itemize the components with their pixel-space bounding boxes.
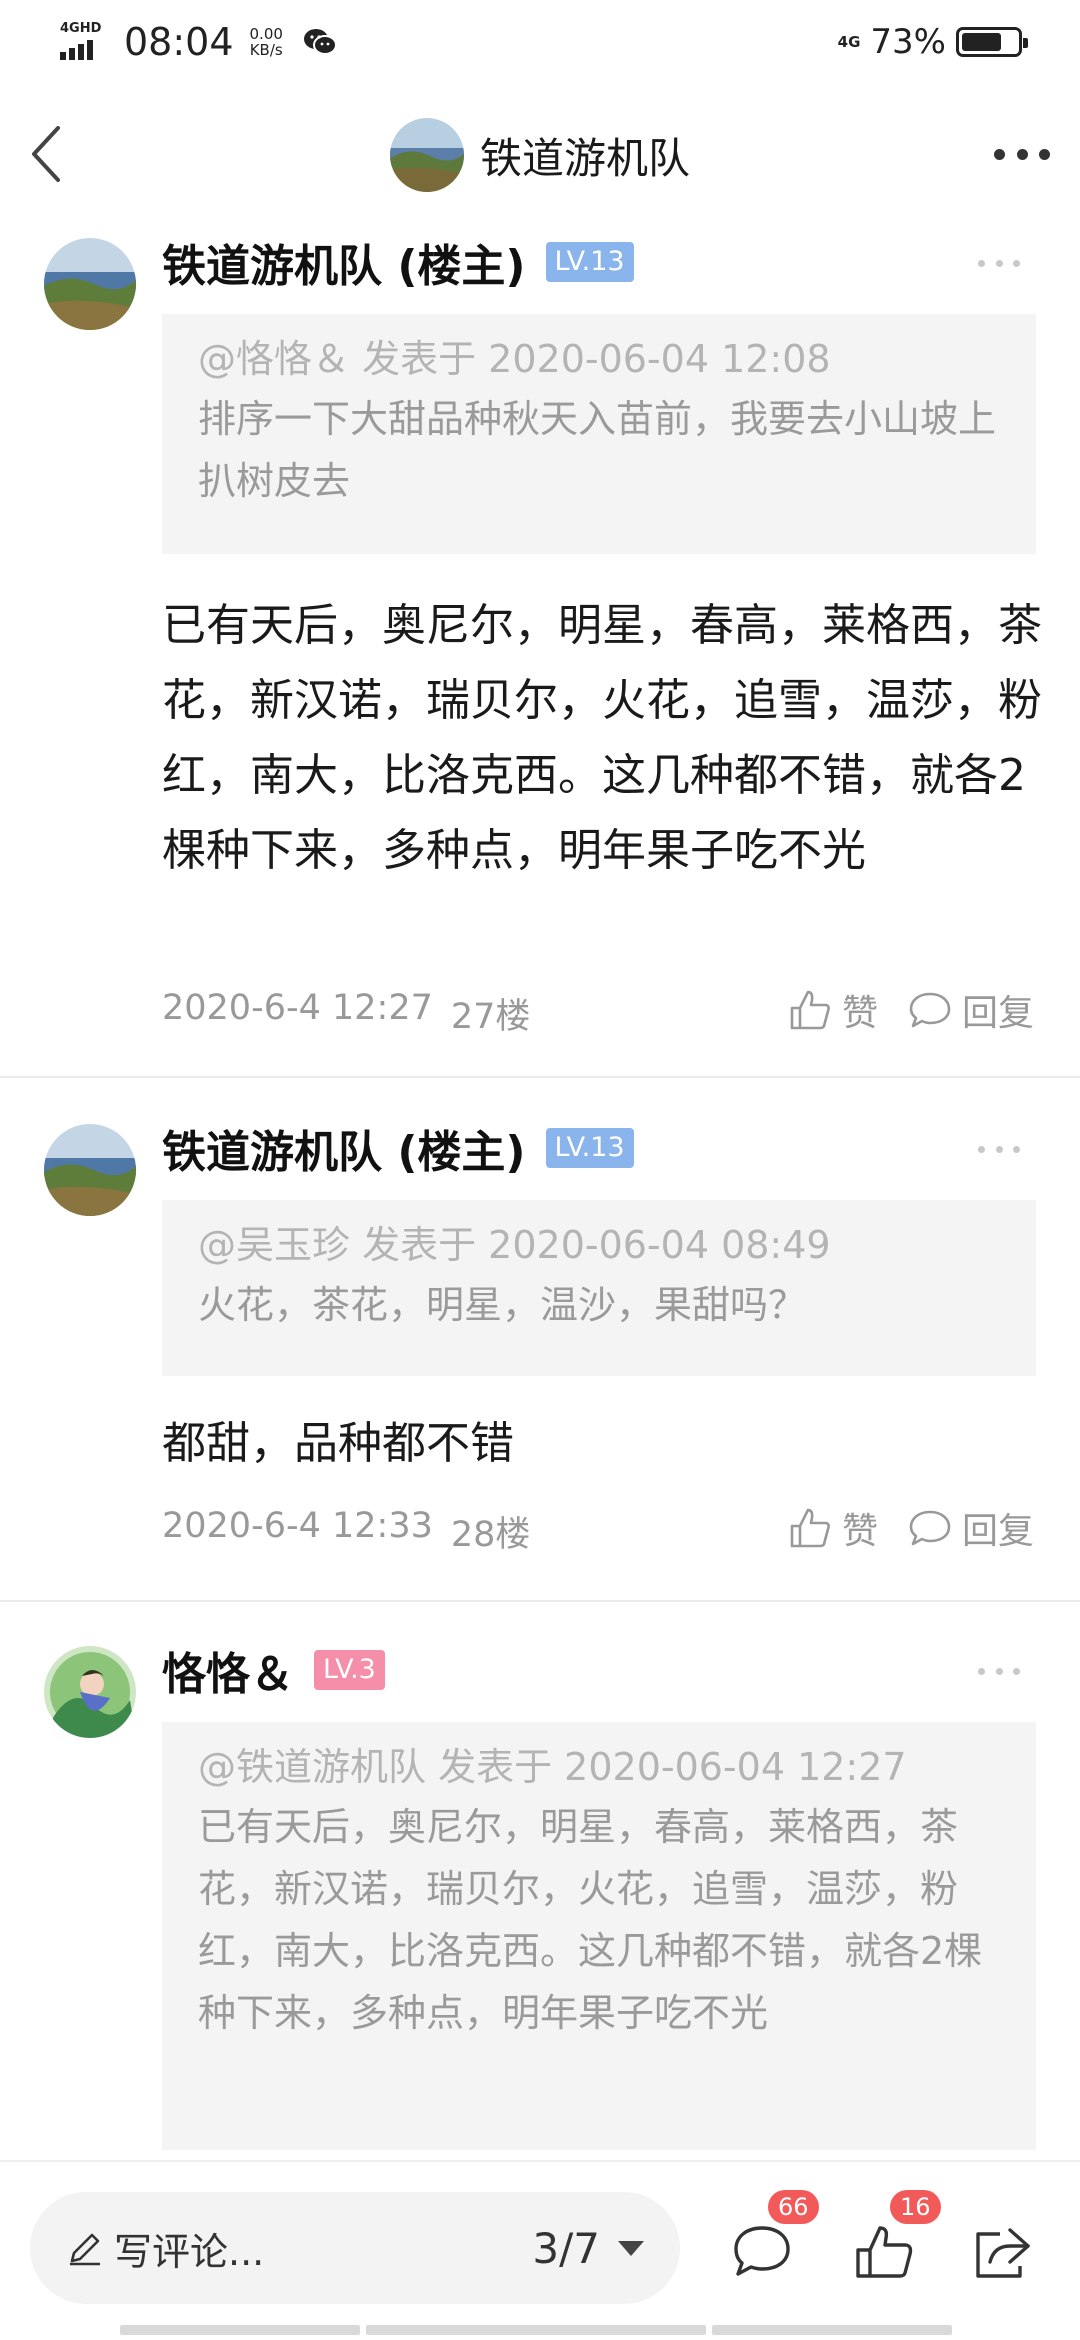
post-date: 2020-6-4 12:33	[162, 1506, 433, 1546]
comments-count-badge: 66	[768, 2190, 819, 2224]
thread-header: 铁道游机队	[0, 84, 1080, 226]
post-date: 2020-6-4 12:27	[162, 988, 433, 1028]
reply-button[interactable]: 回复	[908, 984, 1034, 1036]
quoted-reply[interactable]: @吴玉珍 发表于 2020-06-04 08:49 火花，茶花，明星，温沙，果甜…	[162, 1200, 1036, 1376]
header-avatar[interactable]	[389, 118, 464, 192]
avatar[interactable]	[44, 1124, 136, 1216]
quoted-reply[interactable]: @铁道游机队 发表于 2020-06-04 12:27 已有天后，奥尼尔，明星，…	[162, 1722, 1036, 2150]
header-title: 铁道游机队	[479, 133, 690, 183]
quote-text: 排序一下大甜品种秋天入苗前，我要去小山坡上扒树皮去	[198, 397, 997, 503]
back-arrow-icon[interactable]	[28, 124, 68, 184]
thumbs-up-icon	[790, 990, 830, 1030]
post-more-icon[interactable]	[978, 260, 1020, 270]
like-button[interactable]: 赞	[788, 1502, 878, 1554]
likes-count-badge: 16	[890, 2190, 941, 2224]
quoted-reply[interactable]: @恪恪＆ 发表于 2020-06-04 12:08 排序一下大甜品种秋天入苗前，…	[162, 314, 1036, 554]
floor-number: 27楼	[450, 997, 531, 1037]
author-name[interactable]: 恪恪＆	[162, 1638, 294, 1702]
share-button[interactable]	[970, 2222, 1034, 2282]
reply-label: 回复	[961, 993, 1034, 1034]
comment-bubble-icon	[909, 992, 951, 1028]
reply-label: 回复	[961, 1511, 1034, 1552]
network-signal-icon: 4GHD	[58, 22, 106, 62]
like-label: 赞	[841, 993, 878, 1034]
battery-percent: 73%	[870, 22, 946, 62]
level-badge: LV.13	[545, 242, 634, 282]
comment-bubble-icon	[909, 1510, 951, 1546]
thumbs-up-icon	[790, 1508, 830, 1548]
network-label: 4GHD	[60, 21, 102, 36]
wechat-icon	[303, 29, 337, 55]
battery-fill	[962, 33, 1002, 51]
comment-placeholder: 写评论...	[114, 2229, 265, 2274]
more-options-icon[interactable]	[994, 144, 1050, 164]
post-more-icon[interactable]	[978, 1146, 1020, 1156]
comments-button[interactable]: 66	[730, 2190, 819, 2282]
like-label: 赞	[841, 1511, 878, 1552]
divider	[0, 1076, 1080, 1078]
pencil-icon	[70, 2233, 100, 2266]
page-number: 3/7	[532, 2223, 600, 2273]
clock: 08:04	[124, 20, 234, 64]
quote-header: @吴玉珍 发表于 2020-06-04 08:49	[198, 1223, 831, 1267]
post-more-icon[interactable]	[978, 1668, 1020, 1678]
page-selector[interactable]: 3/7	[532, 2224, 644, 2273]
like-thread-button[interactable]: 16	[852, 2190, 941, 2282]
author-name[interactable]: 铁道游机队 (楼主)	[162, 1116, 526, 1180]
quote-text: 已有天后，奥尼尔，明星，春高，莱格西，茶花，新汉诺，瑞贝尔，火花，追雪，温莎，粉…	[198, 1805, 983, 2035]
floor-number: 28楼	[450, 1515, 531, 1555]
comment-input[interactable]: 写评论... 3/7	[30, 2192, 680, 2304]
quote-header: @铁道游机队 发表于 2020-06-04 12:27	[198, 1745, 907, 1789]
status-bar: 4GHD 08:04 0.00 KB/s 4G 73%	[0, 0, 1080, 84]
bottom-bar: 写评论... 3/7 66 16	[0, 2160, 1080, 2340]
mobile-data-icon: 4G	[837, 33, 861, 51]
dropdown-triangle-icon	[618, 2240, 644, 2256]
author-name[interactable]: 铁道游机队 (楼主)	[162, 230, 526, 294]
share-icon	[976, 2228, 1030, 2278]
comment-bubble-icon	[734, 2226, 790, 2276]
battery-icon	[956, 27, 1028, 57]
thumbs-up-icon	[856, 2226, 913, 2278]
quote-header: @恪恪＆ 发表于 2020-06-04 12:08	[198, 337, 831, 381]
level-badge: LV.13	[545, 1128, 634, 1168]
post-content: 已有天后，奥尼尔，明星，春高，莱格西，茶花，新汉诺，瑞贝尔，火花，追雪，温莎，粉…	[162, 600, 1042, 876]
divider	[0, 1600, 1080, 1602]
post-content: 都甜，品种都不错	[162, 1418, 514, 1469]
home-indicator	[120, 2325, 960, 2335]
quote-text: 火花，茶花，明星，温沙，果甜吗？	[198, 1283, 807, 1327]
level-badge: LV.3	[314, 1650, 385, 1690]
like-button[interactable]: 赞	[788, 984, 878, 1036]
network-speed: 0.00 KB/s	[249, 25, 283, 59]
thread-page: 4GHD 08:04 0.00 KB/s 4G 73% 铁道游机队 铁道游机队 …	[0, 0, 1080, 2340]
reply-button[interactable]: 回复	[908, 1502, 1034, 1554]
avatar[interactable]	[44, 1646, 136, 1738]
avatar[interactable]	[44, 238, 136, 330]
